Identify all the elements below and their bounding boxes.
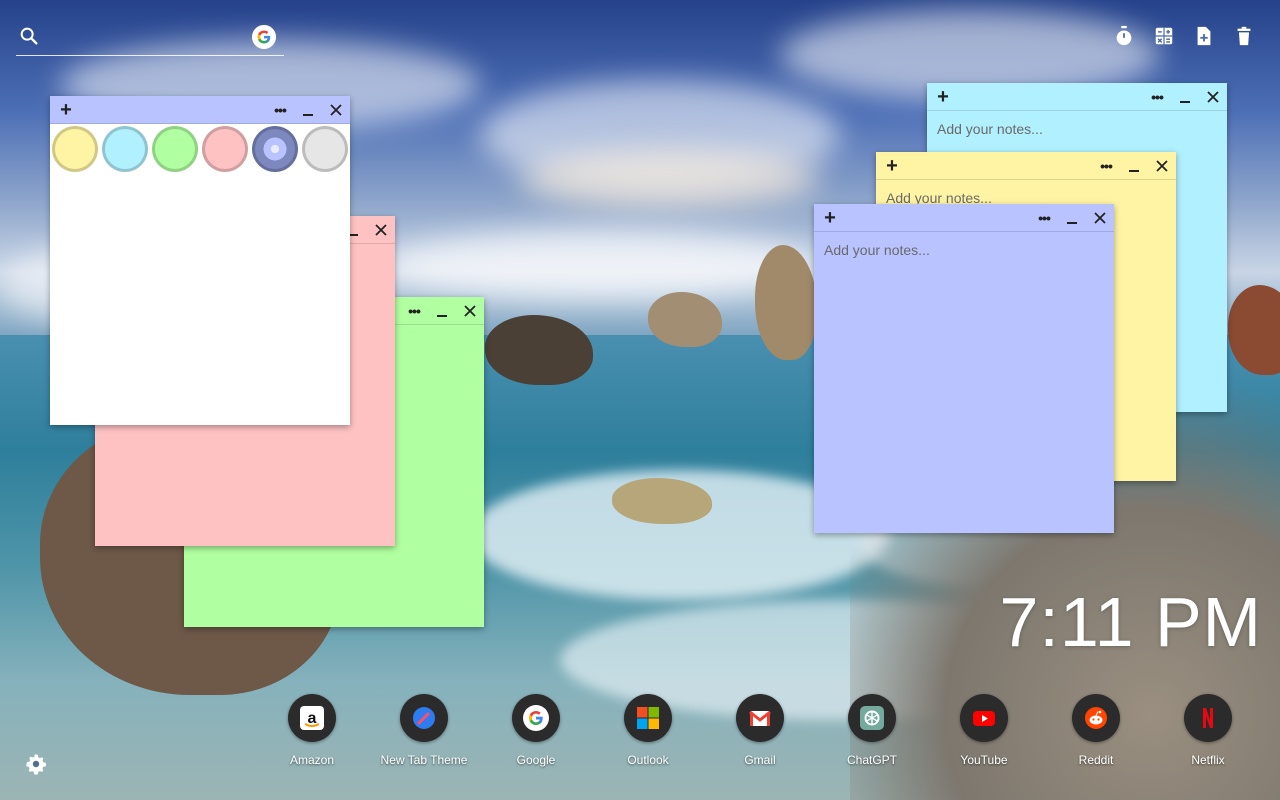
minimize-icon [303, 114, 313, 116]
calculator-button[interactable] [1152, 24, 1176, 48]
shortcut-chatgpt[interactable]: ChatGPT [816, 694, 928, 767]
google-icon [512, 694, 560, 742]
color-swatch-pink[interactable] [202, 126, 248, 172]
more-options-button[interactable]: ••• [1145, 83, 1169, 111]
new-tab-theme-icon [400, 694, 448, 742]
new-note-icon [1197, 26, 1211, 46]
close-button[interactable] [324, 96, 348, 124]
color-picker [52, 126, 348, 172]
close-button[interactable] [1150, 152, 1174, 180]
minimize-icon [437, 315, 447, 317]
shortcut-outlook[interactable]: Outlook [592, 694, 704, 767]
chatgpt-icon [848, 694, 896, 742]
note-header: + ••• [876, 152, 1176, 180]
gmail-icon [736, 694, 784, 742]
add-note-button[interactable]: + [54, 96, 78, 124]
shortcut-amazon[interactable]: a Amazon [256, 694, 368, 767]
shortcut-youtube[interactable]: YouTube [928, 694, 1040, 767]
shortcut-label: Gmail [744, 753, 776, 767]
top-toolbar [1112, 24, 1256, 48]
more-options-button[interactable]: ••• [268, 96, 292, 124]
close-icon [1156, 160, 1168, 172]
timer-icon [1116, 25, 1132, 46]
close-icon [375, 224, 387, 236]
note-textarea[interactable] [814, 232, 1114, 533]
minimize-button[interactable] [1060, 204, 1084, 232]
sea-rock [485, 315, 593, 385]
shortcut-label: Outlook [627, 753, 669, 767]
amazon-icon: a [288, 694, 336, 742]
cloud [380, 230, 820, 300]
minimize-button[interactable] [430, 297, 454, 325]
shortcut-label: New Tab Theme [380, 753, 468, 767]
trash-button[interactable] [1232, 24, 1256, 48]
shortcut-label: Netflix [1191, 753, 1225, 767]
color-swatch-gray[interactable] [302, 126, 348, 172]
minimize-button[interactable] [1122, 152, 1146, 180]
shortcut-label: YouTube [960, 753, 1008, 767]
trash-icon [1237, 26, 1251, 46]
shortcut-label: Google [516, 753, 556, 767]
shortcut-google[interactable]: Google [480, 694, 592, 767]
search-icon [20, 27, 38, 45]
shortcut-label: Amazon [289, 753, 335, 767]
timer-button[interactable] [1112, 24, 1136, 48]
minimize-icon [1129, 170, 1139, 172]
more-options-button[interactable]: ••• [1032, 204, 1056, 232]
close-icon [464, 305, 476, 317]
minimize-button[interactable] [1173, 83, 1197, 111]
minimize-icon [1180, 101, 1190, 103]
add-note-button[interactable]: + [931, 83, 955, 111]
google-icon[interactable] [252, 25, 276, 49]
shortcut-label: ChatGPT [846, 753, 897, 767]
color-swatch-green[interactable] [152, 126, 198, 172]
calculator-icon [1155, 27, 1173, 45]
sea-rock [648, 292, 722, 347]
shortcuts-dock: a Amazon New Tab Theme Google Outlook Gm… [256, 694, 1264, 767]
note-header: + ••• [927, 83, 1227, 111]
color-swatch-lavender[interactable] [252, 126, 298, 172]
shortcut-label: Reddit [1078, 753, 1114, 767]
new-note-button[interactable] [1192, 24, 1216, 48]
settings-button[interactable] [24, 752, 48, 776]
shortcut-reddit[interactable]: Reddit [1040, 694, 1152, 767]
note-header: + ••• [50, 96, 350, 124]
minimize-button[interactable] [296, 96, 320, 124]
search-input[interactable] [48, 24, 248, 50]
more-options-button[interactable]: ••• [1094, 152, 1118, 180]
close-icon [330, 104, 342, 116]
add-note-button[interactable]: + [880, 152, 904, 180]
color-swatch-cyan[interactable] [102, 126, 148, 172]
sticky-note-lavender: + ••• [814, 204, 1114, 533]
cloud [520, 150, 820, 210]
outlook-icon [624, 694, 672, 742]
minimize-icon [1067, 222, 1077, 224]
search-bar [16, 22, 284, 56]
netflix-icon [1184, 694, 1232, 742]
reddit-icon [1072, 694, 1120, 742]
color-swatch-yellow[interactable] [52, 126, 98, 172]
close-icon [1207, 91, 1219, 103]
close-button[interactable] [369, 216, 393, 244]
add-note-button[interactable]: + [818, 204, 842, 232]
note-header: + ••• [814, 204, 1114, 232]
close-button[interactable] [1201, 83, 1225, 111]
clock: 7:11 PM [999, 583, 1262, 661]
shortcut-new-tab-theme[interactable]: New Tab Theme [368, 694, 480, 767]
shortcut-netflix[interactable]: Netflix [1152, 694, 1264, 767]
more-options-button[interactable]: ••• [402, 297, 426, 325]
youtube-icon [960, 694, 1008, 742]
svg-text:a: a [308, 710, 317, 727]
sticky-note-white: + ••• [50, 96, 350, 425]
close-button[interactable] [1088, 204, 1112, 232]
shortcut-gmail[interactable]: Gmail [704, 694, 816, 767]
gear-icon [26, 754, 47, 775]
close-icon [1094, 212, 1106, 224]
close-button[interactable] [458, 297, 482, 325]
